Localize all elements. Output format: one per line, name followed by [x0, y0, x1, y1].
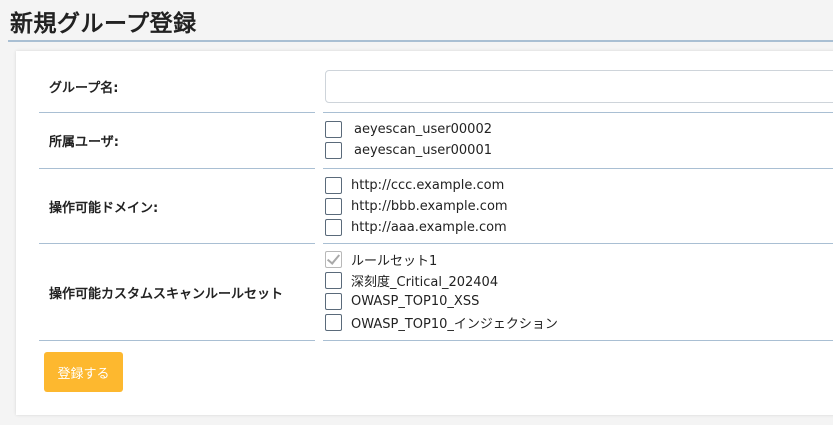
- checkbox-checked[interactable]: [325, 251, 342, 268]
- rulesets-checkbox-list: ルールセット1 深刻度_Critical_202404 OWASP_TOP10_…: [325, 249, 558, 333]
- domains-label: 操作可能ドメイン:: [39, 169, 315, 244]
- users-cell: aeyescan_user00002 aeyescan_user00001: [323, 113, 833, 169]
- checkbox[interactable]: [325, 272, 342, 289]
- rulesets-cell: ルールセット1 深刻度_Critical_202404 OWASP_TOP10_…: [323, 244, 833, 341]
- users-checkbox-list: aeyescan_user00002 aeyescan_user00001: [325, 119, 492, 161]
- rulesets-row: 操作可能カスタムスキャンルールセット ルールセット1 深刻度_Critical_…: [39, 244, 833, 341]
- users-row: 所属ユーザ: aeyescan_user00002 aeyescan_user0…: [39, 113, 833, 169]
- rulesets-label: 操作可能カスタムスキャンルールセット: [39, 244, 315, 341]
- domain-option[interactable]: http://bbb.example.com: [325, 196, 508, 217]
- domains-row: 操作可能ドメイン: http://ccc.example.com http://…: [39, 169, 833, 244]
- group-form-card: グループ名: 所属ユーザ: aeyescan_user00002 aeyesca…: [16, 51, 833, 415]
- ruleset-option[interactable]: 深刻度_Critical_202404: [325, 270, 558, 291]
- user-option-label: aeyescan_user00001: [354, 143, 492, 158]
- checkbox[interactable]: [325, 121, 342, 138]
- user-option[interactable]: aeyescan_user00001: [325, 140, 492, 161]
- page-title: 新規グループ登録: [10, 11, 197, 37]
- ruleset-option[interactable]: OWASP_TOP10_XSS: [325, 291, 558, 312]
- domain-option[interactable]: http://ccc.example.com: [325, 175, 508, 196]
- ruleset-option-label: OWASP_TOP10_インジェクション: [351, 317, 558, 332]
- ruleset-option[interactable]: ルールセット1: [325, 249, 558, 270]
- ruleset-option-label: OWASP_TOP10_XSS: [351, 294, 480, 309]
- submit-button[interactable]: 登録する: [44, 352, 123, 392]
- domains-cell: http://ccc.example.com http://bbb.exampl…: [323, 169, 833, 244]
- checkbox[interactable]: [325, 293, 342, 310]
- domain-option-label: http://bbb.example.com: [351, 199, 508, 214]
- user-option[interactable]: aeyescan_user00002: [325, 119, 492, 140]
- domain-option-label: http://ccc.example.com: [351, 178, 505, 193]
- page-header: 新規グループ登録: [8, 0, 833, 42]
- users-label: 所属ユーザ:: [39, 113, 315, 169]
- group-name-row: グループ名:: [39, 61, 833, 113]
- checkbox[interactable]: [325, 219, 342, 236]
- user-option-label: aeyescan_user00002: [354, 122, 492, 137]
- domain-option[interactable]: http://aaa.example.com: [325, 217, 508, 238]
- group-name-cell: [323, 61, 833, 113]
- checkbox[interactable]: [325, 198, 342, 215]
- ruleset-option-label: ルールセット1: [351, 254, 438, 269]
- group-name-label: グループ名:: [39, 61, 315, 113]
- domain-option-label: http://aaa.example.com: [351, 220, 507, 235]
- checkbox[interactable]: [325, 177, 342, 194]
- checkbox[interactable]: [325, 142, 342, 159]
- group-name-input[interactable]: [325, 70, 833, 103]
- domains-checkbox-list: http://ccc.example.com http://bbb.exampl…: [325, 175, 508, 238]
- checkbox[interactable]: [325, 314, 342, 331]
- ruleset-option-label: 深刻度_Critical_202404: [351, 275, 499, 290]
- ruleset-option[interactable]: OWASP_TOP10_インジェクション: [325, 312, 558, 333]
